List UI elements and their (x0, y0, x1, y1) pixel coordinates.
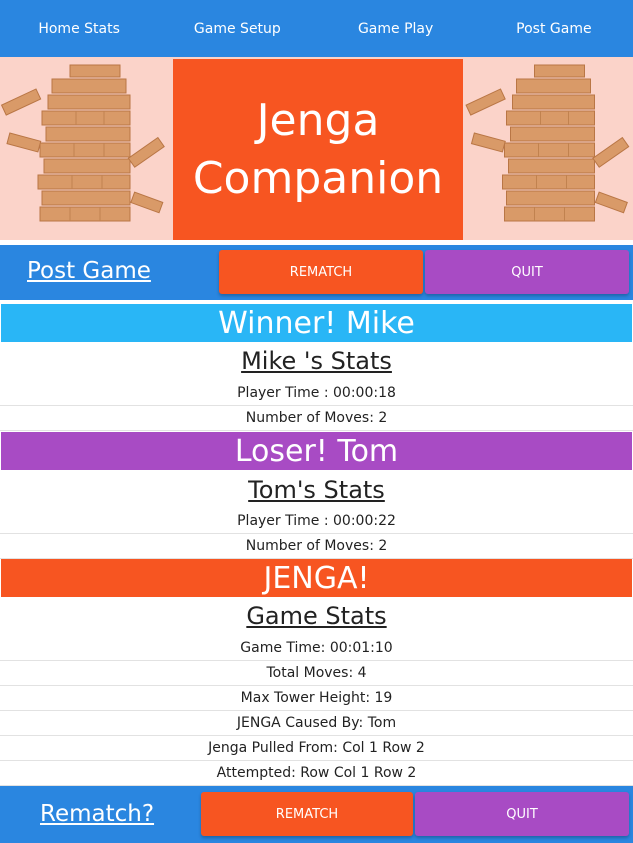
loser-moves: Number of Moves: 2 (0, 534, 633, 559)
nav-game-play[interactable]: Game Play (317, 0, 475, 57)
jenga-tower-image (465, 64, 630, 222)
loser-player-time: Player Time : 00:00:22 (0, 509, 633, 534)
max-tower-height: Max Tower Height: 19 (0, 686, 633, 711)
jenga-tower-image (0, 64, 165, 222)
loser-banner: Loser! Tom (1, 432, 632, 470)
post-game-bar: Post Game REMATCH QUIT (0, 245, 633, 300)
rematch-button[interactable]: REMATCH (219, 250, 423, 294)
jenga-caused-by: JENGA Caused By: Tom (0, 711, 633, 736)
loser-stats-heading: Tom's Stats (248, 476, 385, 504)
hero-title-line2: Companion (192, 152, 444, 204)
rematch-button[interactable]: REMATCH (201, 792, 413, 836)
quit-button[interactable]: QUIT (415, 792, 629, 836)
attempted: Attempted: Row Col 1 Row 2 (0, 761, 633, 786)
quit-button[interactable]: QUIT (425, 250, 629, 294)
nav-home-stats[interactable]: Home Stats (0, 0, 158, 57)
hero-title-line1: Jenga (256, 94, 380, 146)
post-game-link[interactable]: Post Game (27, 258, 151, 284)
rematch-bar: Rematch? REMATCH QUIT (0, 786, 633, 843)
winner-banner: Winner! Mike (1, 304, 632, 342)
hero-title: Jenga Companion (173, 59, 463, 240)
game-time: Game Time: 00:01:10 (0, 636, 633, 661)
winner-moves: Number of Moves: 2 (0, 406, 633, 431)
winner-stats-heading: Mike 's Stats (241, 347, 392, 375)
top-nav: Home Stats Game Setup Game Play Post Gam… (0, 0, 633, 57)
jenga-banner: JENGA! (1, 559, 632, 597)
nav-post-game[interactable]: Post Game (475, 0, 633, 57)
total-moves: Total Moves: 4 (0, 661, 633, 686)
winner-player-time: Player Time : 00:00:18 (0, 381, 633, 406)
rematch-link[interactable]: Rematch? (40, 801, 154, 827)
jenga-pulled-from: Jenga Pulled From: Col 1 Row 2 (0, 736, 633, 761)
game-stats-heading: Game Stats (246, 602, 387, 630)
hero-banner: Jenga Companion (0, 57, 633, 240)
nav-game-setup[interactable]: Game Setup (158, 0, 316, 57)
